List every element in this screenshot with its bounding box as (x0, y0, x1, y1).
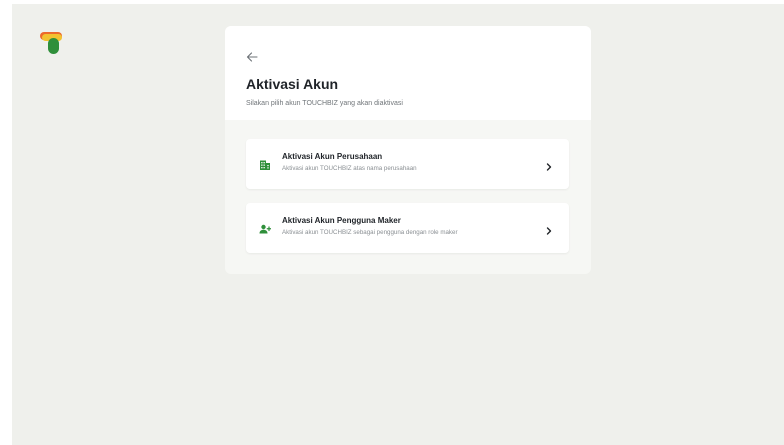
touchbiz-logo-icon (39, 30, 65, 56)
arrow-left-icon (246, 52, 258, 62)
option-title: Aktivasi Akun Pengguna Maker (282, 216, 401, 225)
page-subtitle: Silakan pilih akun TOUCHBIZ yang akan di… (246, 100, 403, 107)
option-title: Aktivasi Akun Perusahaan (282, 152, 383, 161)
page-title: Aktivasi Akun (246, 76, 339, 92)
option-description: Aktivasi akun TOUCHBIZ sebagai pengguna … (282, 229, 458, 236)
company-building-icon (259, 158, 271, 170)
option-company-account[interactable]: Aktivasi Akun Perusahaan Aktivasi akun T… (246, 139, 569, 189)
chevron-right-icon (545, 159, 553, 171)
option-description: Aktivasi akun TOUCHBIZ atas nama perusah… (282, 165, 417, 172)
back-button[interactable] (245, 50, 259, 64)
chevron-right-icon (545, 223, 553, 235)
card-header: Aktivasi Akun Silakan pilih akun TOUCHBI… (225, 26, 591, 120)
page-background: Aktivasi Akun Silakan pilih akun TOUCHBI… (12, 4, 784, 445)
user-add-icon (259, 222, 272, 234)
activation-card: Aktivasi Akun Silakan pilih akun TOUCHBI… (225, 26, 591, 274)
option-maker-user-account[interactable]: Aktivasi Akun Pengguna Maker Aktivasi ak… (246, 203, 569, 253)
